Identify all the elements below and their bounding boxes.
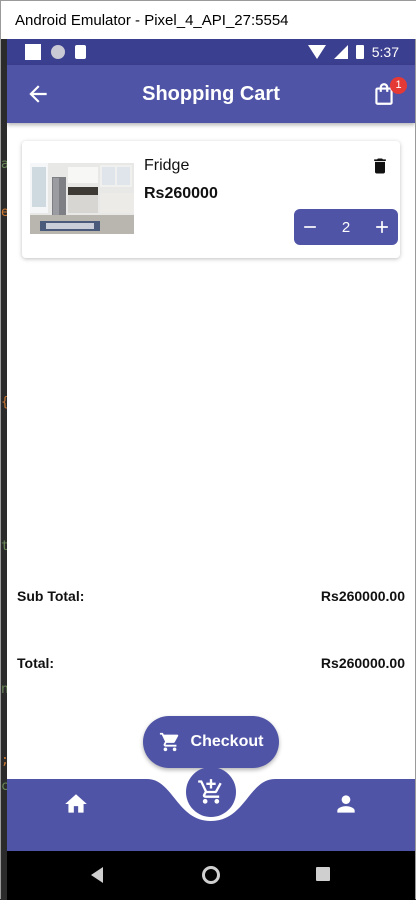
- status-time: 5:37: [371, 44, 399, 60]
- product-name: Fridge: [144, 157, 190, 174]
- checkout-button[interactable]: Checkout: [143, 716, 279, 768]
- quantity-stepper: 2: [294, 209, 398, 245]
- increase-quantity-button[interactable]: [366, 209, 398, 245]
- add-to-cart-icon: [198, 779, 222, 804]
- home-icon: [65, 794, 87, 813]
- signal-icon: [333, 45, 348, 59]
- quantity-value: 2: [341, 218, 351, 236]
- total-label: Total:: [17, 655, 55, 671]
- bottom-navigation: [7, 767, 415, 851]
- plus-icon: [376, 221, 388, 233]
- cart-count-badge: 1: [390, 77, 407, 94]
- notification-square-icon: [25, 44, 41, 60]
- page-title: Shopping Cart: [142, 83, 280, 105]
- total-value: Rs260000.00: [320, 655, 405, 671]
- device-screen: 5:37 Shopping Cart 1 Fridge Rs260000 2 S…: [7, 39, 415, 900]
- product-price: Rs260000: [144, 185, 218, 202]
- notification-circle-icon: [51, 45, 65, 59]
- system-home-button[interactable]: [202, 866, 220, 884]
- total-row: Total: Rs260000.00: [17, 655, 405, 671]
- emulator-window: Android Emulator - Pixel_4_API_27:5554 a…: [0, 0, 416, 900]
- decrease-quantity-button[interactable]: [294, 209, 326, 245]
- app-bar: Shopping Cart 1: [7, 65, 415, 123]
- person-icon: [337, 795, 355, 813]
- cart-item-card: Fridge Rs260000 2: [22, 141, 400, 258]
- status-bar: 5:37: [7, 39, 415, 65]
- nav-cart-button[interactable]: [186, 767, 236, 817]
- system-navigation-bar: [7, 851, 415, 900]
- delete-item-button[interactable]: [370, 155, 390, 177]
- nav-profile-button[interactable]: [333, 791, 359, 817]
- window-titlebar: Android Emulator - Pixel_4_API_27:5554: [1, 1, 416, 39]
- subtotal-row: Sub Total: Rs260000.00: [17, 588, 405, 604]
- battery-icon: [355, 45, 364, 59]
- system-back-button[interactable]: [91, 867, 103, 883]
- product-image: [30, 163, 134, 234]
- subtotal-label: Sub Total:: [17, 588, 85, 604]
- cart-icon: [159, 732, 178, 752]
- nav-home-button[interactable]: [63, 791, 89, 817]
- minus-icon: [304, 226, 316, 228]
- checkout-label: Checkout: [190, 733, 264, 750]
- system-recents-button[interactable]: [316, 867, 330, 881]
- sd-card-icon: [75, 45, 86, 59]
- wifi-icon: [307, 45, 326, 59]
- window-title: Android Emulator - Pixel_4_API_27:5554: [15, 11, 289, 29]
- trash-icon: [374, 158, 386, 174]
- subtotal-value: Rs260000.00: [320, 588, 405, 604]
